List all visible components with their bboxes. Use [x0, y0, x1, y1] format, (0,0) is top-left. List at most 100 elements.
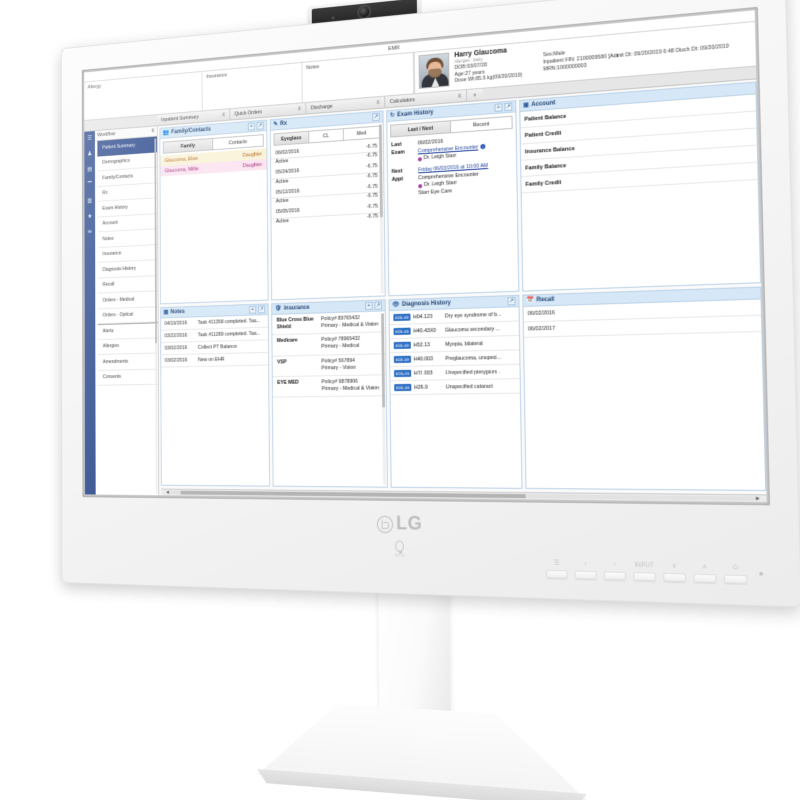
- insurance-name: VSP: [277, 358, 287, 365]
- close-icon[interactable]: X: [458, 93, 461, 99]
- osd-menu-button[interactable]: ☰: [546, 560, 568, 579]
- sidebar-item-label: Amendments: [102, 358, 129, 365]
- close-icon[interactable]: X: [222, 112, 225, 118]
- window-icon[interactable]: ▤: [86, 166, 93, 174]
- expand-icon[interactable]: ↗: [257, 305, 266, 314]
- osd-power-button[interactable]: ⏻: [723, 565, 748, 584]
- panel-notes: ▦ Notes + ↗ 04/19/2016 Task #11358 compl…: [160, 303, 271, 487]
- table-row[interactable]: ICD-10 H52.13 Myopia, bilateral: [389, 335, 520, 354]
- last-exam-type-link[interactable]: Comprehensive Encounter: [418, 144, 478, 154]
- panel-row-bottom: ▦ Notes + ↗ 04/19/2016 Task #11358 compl…: [160, 286, 767, 494]
- tab-last-next[interactable]: Last / Next: [390, 120, 452, 138]
- osd-up-button[interactable]: ∧: [693, 564, 717, 583]
- table-row[interactable]: ICD-10 H40.43X0 Glaucoma secondary ...: [389, 321, 520, 340]
- table-row[interactable]: ICD-10 H04.123 Dry eye syndrome of b...: [389, 307, 519, 326]
- tab-recent[interactable]: Recent: [450, 115, 513, 134]
- monitor-wrapper: EMR Allergy Insurance Notes Harry Glauco…: [0, 0, 800, 800]
- table-row[interactable]: Insurance Balance: [520, 128, 757, 161]
- panel-grid: 👥 Family/Contacts + ↗ Family Contacts Gl…: [157, 79, 767, 503]
- icd-badge: ICD-10: [393, 355, 411, 364]
- banner-insurance-label: Insurance: [206, 72, 228, 80]
- patient-icon[interactable]: ♟: [86, 150, 93, 159]
- expand-icon[interactable]: ↗: [374, 301, 383, 310]
- tab-eyeglass[interactable]: Eyeglass: [273, 130, 310, 146]
- osd-input-button[interactable]: INPUT: [633, 562, 656, 582]
- table-row[interactable]: Blue Cross Blue Shield Policy# 89765432 …: [272, 311, 386, 336]
- note-text: New on EHR: [197, 356, 225, 364]
- close-icon[interactable]: X: [298, 106, 301, 112]
- table-row[interactable]: Medicare Policy# 78965432 Primary - Medi…: [272, 332, 386, 357]
- panel-body: Blue Cross Blue Shield Policy# 89765432 …: [272, 311, 387, 487]
- add-button[interactable]: +: [365, 301, 373, 311]
- icd-badge: ICD-10: [394, 369, 412, 378]
- sidebar-item-label: Orders - Optical: [102, 312, 133, 319]
- rx-date: 05/24/2016: [275, 168, 300, 176]
- table-row[interactable]: 03/02/2016 New on EHR: [161, 352, 269, 368]
- table-row[interactable]: EYE MED Policy# 9878906 Primary - Medica…: [272, 375, 386, 398]
- close-icon[interactable]: X: [151, 128, 154, 134]
- scrollbar-thumb[interactable]: [180, 490, 526, 499]
- expand-icon[interactable]: ↗: [256, 121, 264, 130]
- panel-body: Patient Balance Patient Credit Insurance…: [520, 94, 761, 291]
- workspace-horizontal-scrollbar[interactable]: ◀ ▶: [160, 488, 767, 503]
- sidebar-item-amendments[interactable]: Amendments: [97, 353, 158, 371]
- osd-right-button[interactable]: ›: [603, 562, 627, 581]
- expand-icon[interactable]: ↗: [507, 296, 516, 306]
- table-row[interactable]: 06/02/2017: [523, 315, 762, 338]
- table-row[interactable]: ICD-10 H40.003 Preglaucoma, unspeci...: [390, 350, 520, 368]
- pill-icon[interactable]: ⚮: [87, 229, 94, 237]
- document-icon[interactable]: ▥: [86, 197, 93, 205]
- people-icon: 👥: [162, 129, 170, 137]
- last-exam-group: Last Exam 06/02/2016 Comprehensive Encou…: [391, 134, 512, 165]
- insurance-detail: Policy# 567894 Primary - Vision: [321, 357, 380, 372]
- chevron-up-icon: ∧: [702, 564, 708, 571]
- close-icon[interactable]: X: [376, 100, 379, 106]
- osd-down-button[interactable]: ∨: [663, 563, 686, 583]
- last-exam-value: 06/02/2016 Comprehensive Encounter i Dr. …: [418, 134, 512, 163]
- table-row[interactable]: Family Credit: [521, 162, 758, 194]
- tab-med[interactable]: Med: [344, 125, 381, 141]
- banner-insurance-cell[interactable]: Insurance: [202, 62, 303, 111]
- add-button[interactable]: +: [247, 122, 255, 131]
- table-row[interactable]: Family Balance: [521, 145, 758, 178]
- hamburger-icon[interactable]: ☰: [86, 135, 93, 143]
- osd-left-button[interactable]: ‹: [574, 561, 597, 580]
- diagnosis-description: Glaucoma secondary ...: [445, 325, 500, 334]
- table-row[interactable]: VSP Policy# 567894 Primary - Vision: [272, 353, 386, 378]
- tab-family[interactable]: Family: [162, 137, 214, 154]
- sidebar-item-orders-optical[interactable]: Orders - Optical: [97, 306, 158, 325]
- table-row[interactable]: Patient Balance: [520, 94, 756, 129]
- sidebar-item-alerts[interactable]: Alerts: [97, 322, 158, 340]
- sidebar-item-label: Alerts: [102, 328, 114, 335]
- next-appt-link[interactable]: Friday 06/03/2016 at 10:00 AM: [418, 163, 488, 173]
- table-row[interactable]: ICD-10 H11.003 Unspecified pterygium...: [390, 364, 520, 382]
- expand-icon[interactable]: ↗: [504, 102, 513, 112]
- camera-indicator-icon: [331, 16, 335, 20]
- sidebar-item-consents[interactable]: Consents: [97, 369, 158, 386]
- eye-icon: 👁: [392, 301, 400, 309]
- tab-cl[interactable]: CL: [308, 128, 345, 144]
- table-row[interactable]: ICD-10 H26.9 Unspecified cataract: [390, 379, 520, 396]
- table-row[interactable]: 06/02/2016: [523, 299, 761, 323]
- expand-icon[interactable]: ↗: [372, 112, 380, 122]
- lg-monitor: EMR Allergy Insurance Notes Harry Glauco…: [60, 0, 800, 608]
- chart-icon[interactable]: ▔: [86, 182, 93, 190]
- next-appt-doctor: Dr. Leigh Starr: [418, 177, 512, 190]
- menu-icon: ☰: [553, 560, 560, 567]
- info-icon[interactable]: i: [480, 143, 486, 149]
- icd-badge: ICD-10: [394, 383, 412, 392]
- star-icon[interactable]: ★: [87, 213, 94, 221]
- sidebar-item-label: Orders - Medical: [102, 296, 135, 304]
- insurance-scrollbar[interactable]: [381, 313, 386, 485]
- scroll-right-icon[interactable]: ▶: [754, 495, 762, 502]
- add-button[interactable]: +: [494, 103, 503, 112]
- sidebar-item-allergies[interactable]: Allergies: [97, 337, 158, 355]
- tab-contacts[interactable]: Contacts: [213, 134, 264, 151]
- add-button[interactable]: +: [249, 305, 257, 314]
- family-relation: Daughter: [242, 161, 263, 169]
- rfid-icon: [395, 540, 405, 552]
- table-row[interactable]: Patient Credit: [520, 111, 757, 145]
- patient-sex: Sex:Male: [542, 50, 566, 59]
- patient-encounter-block: Sex:Male Inpatient FIN: 2100009580 [Admi…: [543, 28, 730, 80]
- tab-overflow-button[interactable]: »: [466, 88, 483, 101]
